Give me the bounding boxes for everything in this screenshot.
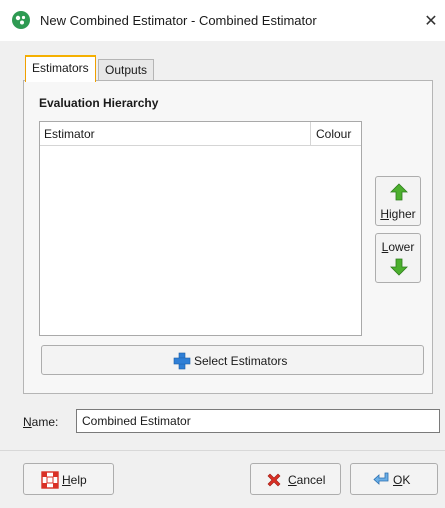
tab-outputs-label: Outputs	[105, 63, 148, 77]
higher-button[interactable]: Higher	[375, 176, 421, 226]
column-divider[interactable]	[310, 122, 311, 146]
name-input[interactable]	[76, 409, 440, 433]
close-icon: ✕	[424, 12, 438, 30]
ok-label: OK	[393, 473, 411, 487]
cancel-button[interactable]: Cancel	[250, 463, 341, 495]
higher-label: Higher	[380, 207, 416, 221]
tab-estimators-label: Estimators	[32, 61, 89, 75]
select-estimators-label: Select Estimators	[194, 354, 288, 368]
title-bar: New Combined Estimator - Combined Estima…	[0, 0, 445, 41]
lower-label: Lower	[381, 240, 415, 254]
footer-divider	[0, 450, 445, 451]
close-button[interactable]: ✕	[417, 0, 445, 41]
help-button[interactable]: Help	[23, 463, 114, 495]
arrow-up-icon	[390, 183, 408, 201]
plus-icon	[173, 352, 191, 370]
lower-button[interactable]: Lower	[375, 233, 421, 283]
select-estimators-button[interactable]: Select Estimators	[41, 345, 424, 375]
table-header: Estimator Colour	[40, 122, 361, 146]
app-logo-icon	[12, 11, 30, 29]
window-title: New Combined Estimator - Combined Estima…	[40, 13, 317, 28]
cancel-label: Cancel	[288, 473, 326, 487]
column-header-estimator[interactable]: Estimator	[44, 127, 95, 141]
name-label: Name:	[23, 415, 59, 429]
help-label: Help	[62, 473, 87, 487]
tab-outputs[interactable]: Outputs	[98, 59, 155, 82]
tab-estimators[interactable]: Estimators	[25, 55, 96, 82]
combined-estimator-dialog: New Combined Estimator - Combined Estima…	[0, 0, 445, 508]
arrow-down-icon	[390, 258, 408, 276]
estimator-table[interactable]: Estimator Colour	[39, 121, 362, 336]
cancel-x-icon	[267, 473, 281, 487]
ok-button[interactable]: OK	[350, 463, 438, 495]
enter-arrow-icon	[373, 472, 389, 485]
lifebuoy-icon	[41, 471, 59, 489]
column-header-colour[interactable]: Colour	[316, 127, 351, 141]
evaluation-hierarchy-title: Evaluation Hierarchy	[39, 96, 159, 110]
